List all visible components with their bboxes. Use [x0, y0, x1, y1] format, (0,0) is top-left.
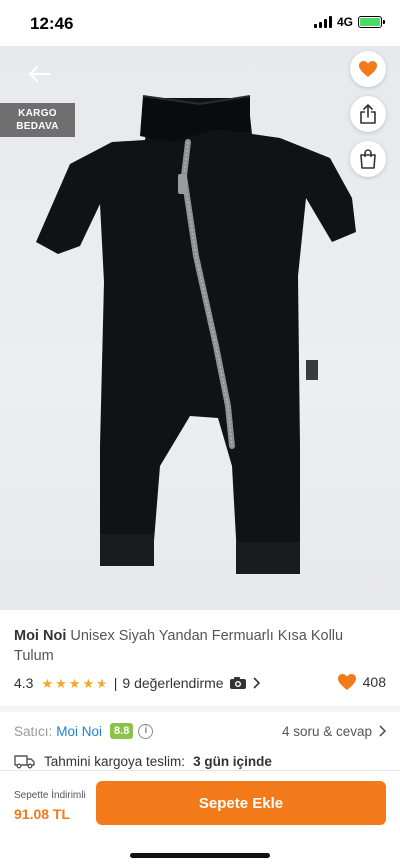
price: 91.08 TL — [14, 806, 71, 822]
price-label: Sepette İndirimli — [14, 790, 86, 801]
heart-icon — [359, 61, 377, 77]
share-icon — [360, 104, 376, 124]
delivery-value: 3 gün içinde — [193, 753, 272, 769]
add-to-cart-button[interactable]: Sepete Ekle — [96, 781, 386, 825]
star-icon: ★ — [68, 675, 81, 691]
star-half-icon: ★ — [96, 677, 108, 690]
section-divider — [0, 706, 400, 712]
battery-icon — [358, 16, 385, 28]
seller-score-badge: 8.8 — [110, 723, 134, 739]
rating-stars: ★ ★ ★ ★ ★ — [41, 677, 107, 690]
seller-link[interactable]: Moi Noi — [56, 724, 102, 739]
truck-icon — [14, 755, 35, 769]
signal-icon — [313, 16, 332, 28]
status-indicators: 4G — [313, 15, 385, 29]
arrow-left-icon — [29, 66, 51, 82]
basket-button[interactable] — [350, 141, 386, 177]
bottom-bar: Sepette İndirimli 91.08 TL Sepete Ekle — [0, 770, 400, 865]
home-indicator — [130, 853, 270, 858]
qa-link[interactable]: 4 soru & cevap — [282, 724, 386, 739]
status-bar: 12:46 4G — [0, 0, 400, 46]
shopping-bag-icon — [360, 149, 376, 169]
network-type: 4G — [336, 15, 353, 29]
free-shipping-badge: KARGO BEDAVA — [0, 103, 75, 137]
badge-line-1: KARGO — [18, 108, 57, 119]
separator: | — [113, 675, 118, 691]
product-brand[interactable]: Moi Noi — [14, 628, 66, 644]
chevron-right-icon — [252, 677, 260, 689]
star-icon: ★ — [82, 675, 95, 691]
back-button[interactable] — [24, 58, 56, 90]
favorite-button[interactable] — [350, 51, 386, 87]
reviews-link[interactable]: | 9 değerlendirme — [114, 675, 260, 691]
star-icon: ★ — [41, 675, 54, 691]
chevron-right-icon — [379, 725, 386, 737]
badge-line-2: BEDAVA — [16, 121, 59, 132]
favorite-count-value: 408 — [362, 674, 386, 690]
product-title: Moi Noi Unisex Siyah Yandan Fermuarlı Kı… — [14, 626, 374, 666]
rating-row: 4.3 ★ ★ ★ ★ ★ | 9 değerlendirme 408 — [14, 673, 386, 693]
seller-label: Satıcı: — [14, 723, 53, 739]
product-image-area[interactable]: KARGO BEDAVA — [0, 46, 400, 610]
status-time: 12:46 — [30, 14, 74, 33]
camera-icon — [229, 677, 246, 689]
heart-icon — [337, 674, 356, 690]
review-count: 9 değerlendirme — [122, 675, 224, 691]
share-button[interactable] — [350, 96, 386, 132]
delivery-prefix: Tahmini kargoya teslim: — [44, 753, 186, 769]
delivery-row: Tahmini kargoya teslim: 3 gün içinde — [14, 751, 272, 771]
qa-label: 4 soru & cevap — [281, 723, 372, 739]
info-icon[interactable]: i — [138, 723, 154, 739]
star-icon: ★ — [55, 675, 67, 691]
seller-row: Satıcı: Moi Noi 8.8 i 4 soru & cevap — [14, 721, 386, 741]
rating-value: 4.3 — [14, 675, 34, 691]
favorite-count[interactable]: 408 — [337, 673, 386, 691]
